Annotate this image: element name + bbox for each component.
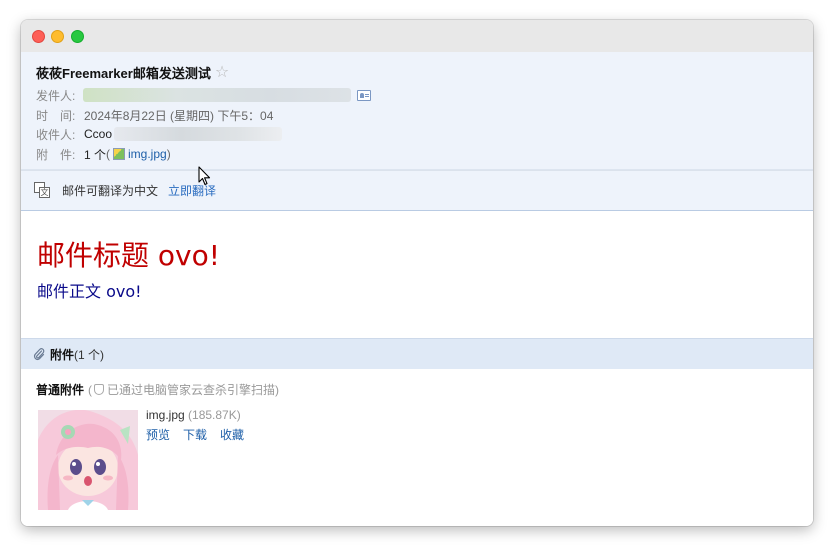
mail-body-title: 邮件标题 ovo!: [37, 239, 220, 272]
attachment-paren-open: (: [106, 147, 111, 161]
translate-icon: 文: [34, 182, 51, 199]
save-to-favorites-link[interactable]: 收藏: [220, 426, 244, 443]
attachment-file-info: img.jpg (185.87K): [146, 408, 241, 422]
image-file-icon: [113, 148, 126, 160]
normal-attachments-header: 普通附件 ( 已通过电脑管家云查杀引擎扫描): [36, 381, 279, 398]
sender-label: 发件人:: [36, 88, 76, 103]
scan-note: ( 已通过电脑管家云查杀引擎扫描): [88, 381, 279, 398]
attachment-row: 附 件: 1 个 ( img.jpg ): [36, 146, 171, 162]
maximize-window-button[interactable]: [71, 30, 84, 43]
mail-body-content: 邮件正文 ovo!: [37, 282, 142, 301]
recipient-label: 收件人:: [36, 127, 76, 142]
scan-note-text: 已通过电脑管家云查杀引擎扫描): [107, 383, 280, 397]
attachment-count: 1 个: [84, 147, 107, 162]
normal-attachments-label: 普通附件: [36, 383, 85, 397]
attachment-file-size: (185.87K): [188, 408, 241, 422]
download-link[interactable]: 下载: [183, 426, 207, 443]
mail-header: 莜莜Freemarker邮箱发送测试 ☆ 发件人: 时 间: 2024年8月22…: [21, 52, 813, 170]
minimize-window-button[interactable]: [51, 30, 64, 43]
translate-bar: 文 邮件可翻译为中文 立即翻译: [21, 170, 813, 211]
time-label: 时 间:: [36, 108, 76, 123]
recipient-value[interactable]: Ccoo: [84, 127, 112, 141]
paperclip-icon: [33, 348, 45, 361]
attachment-paren-close: ): [166, 147, 171, 161]
preview-link[interactable]: 预览: [146, 426, 170, 443]
close-window-button[interactable]: [32, 30, 45, 43]
sender-address-redacted: [83, 88, 351, 102]
scan-note-paren: (: [88, 382, 93, 397]
attachments-bar-count: (1 个): [74, 347, 105, 362]
attachment-label: 附 件:: [36, 147, 76, 162]
attachments-section: 普通附件 ( 已通过电脑管家云查杀引擎扫描) img.jpg (185.87K)…: [21, 369, 813, 526]
mouse-cursor-icon: [198, 166, 211, 186]
title-bar: [21, 20, 813, 52]
mail-body: 邮件标题 ovo! 邮件正文 ovo!: [21, 212, 813, 338]
time-row: 时 间: 2024年8月22日 (星期四) 下午5：04: [36, 107, 273, 123]
mail-window: 莜莜Freemarker邮箱发送测试 ☆ 发件人: 时 间: 2024年8月22…: [21, 20, 813, 526]
attachment-file-name: img.jpg: [146, 408, 185, 422]
shield-icon: [94, 384, 105, 395]
star-icon[interactable]: ☆: [215, 64, 229, 81]
mail-subject: 莜莜Freemarker邮箱发送测试 ☆: [36, 63, 229, 82]
attachment-link[interactable]: img.jpg: [128, 147, 167, 161]
time-value: 2024年8月22日 (星期四) 下午5：04: [84, 108, 274, 123]
attachments-bar-title: 附件: [50, 347, 75, 362]
contact-card-icon[interactable]: [357, 89, 371, 101]
attachment-thumbnail[interactable]: [38, 410, 138, 510]
recipient-row: 收件人: Ccoo: [36, 126, 283, 142]
recipient-address-redacted: [114, 127, 283, 141]
attachment-actions: 预览 下载 收藏: [146, 426, 244, 443]
attachments-bar: 附件 (1 个): [21, 338, 813, 369]
subject-text: 莜莜Freemarker邮箱发送测试: [36, 66, 211, 81]
sender-row: 发件人:: [36, 87, 371, 103]
translate-text: 邮件可翻译为中文: [62, 184, 159, 198]
